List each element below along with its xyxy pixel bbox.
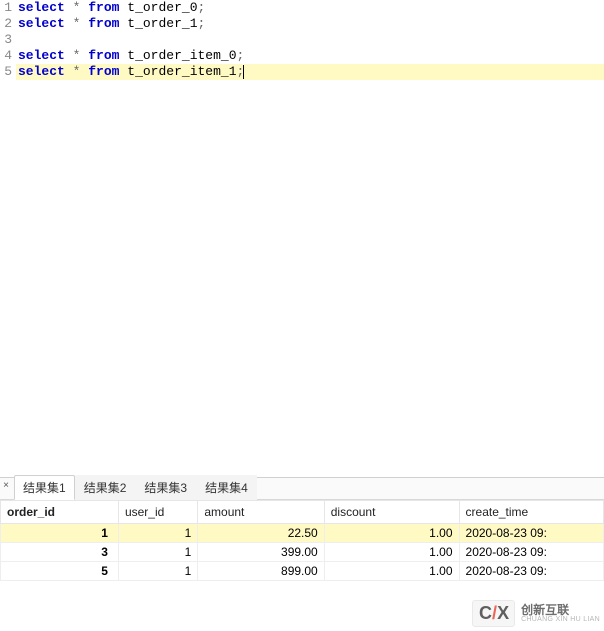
tab-results-2[interactable]: 结果集2 — [75, 475, 136, 500]
watermark-cn-text: 创新互联 — [521, 604, 600, 616]
semicolon: ; — [198, 0, 206, 15]
watermark-en-text: CHUANG XIN HU LIAN — [521, 616, 600, 624]
tab-results-3[interactable]: 结果集3 — [135, 475, 196, 500]
watermark-letter-x: X — [497, 603, 508, 624]
cell-discount[interactable]: 1.00 — [324, 543, 459, 562]
code-content[interactable]: select * from t_order_1; — [16, 16, 604, 32]
keyword-from: from — [88, 48, 119, 63]
table-identifier: t_order_1 — [127, 16, 197, 31]
keyword-select: select — [18, 64, 65, 79]
sql-editor[interactable]: 1select * from t_order_0;2select * from … — [0, 0, 604, 477]
star-operator: * — [73, 16, 81, 31]
star-operator: * — [73, 64, 81, 79]
cell-discount[interactable]: 1.00 — [324, 562, 459, 581]
keyword-from: from — [88, 0, 119, 15]
tab-results-4[interactable]: 结果集4 — [196, 475, 257, 500]
semicolon: ; — [237, 48, 245, 63]
table-row[interactable]: 31399.001.002020-08-23 09: — [1, 543, 604, 562]
column-header-order_id[interactable]: order_id — [1, 501, 119, 524]
code-content[interactable]: select * from t_order_item_1; — [16, 64, 604, 80]
column-header-create_time[interactable]: create_time — [459, 501, 603, 524]
code-content[interactable] — [16, 32, 604, 48]
table-identifier: t_order_item_1 — [127, 64, 236, 79]
table-row[interactable]: 1122.501.002020-08-23 09: — [1, 524, 604, 543]
results-grid: order_iduser_idamountdiscountcreate_time… — [0, 500, 604, 581]
code-line[interactable]: 4select * from t_order_item_0; — [0, 48, 604, 64]
results-pane: × 结果集1结果集2结果集3结果集4 order_iduser_idamount… — [0, 477, 604, 581]
star-operator: * — [73, 48, 81, 63]
results-tabs: 结果集1结果集2结果集3结果集4 — [0, 478, 604, 500]
keyword-select: select — [18, 16, 65, 31]
keyword-from: from — [88, 16, 119, 31]
code-line[interactable]: 1select * from t_order_0; — [0, 0, 604, 16]
column-header-user_id[interactable]: user_id — [118, 501, 197, 524]
gutter-line-number: 5 — [0, 64, 16, 80]
keyword-select: select — [18, 48, 65, 63]
gutter-line-number: 1 — [0, 0, 16, 16]
code-content[interactable]: select * from t_order_item_0; — [16, 48, 604, 64]
text-cursor — [243, 65, 244, 79]
gutter-line-number: 3 — [0, 32, 16, 48]
cell-create-time[interactable]: 2020-08-23 09: — [459, 524, 603, 543]
close-icon[interactable]: × — [0, 478, 12, 496]
watermark-letter-c: C — [479, 603, 491, 624]
cell-create-time[interactable]: 2020-08-23 09: — [459, 562, 603, 581]
watermark-slash-icon: / — [492, 603, 496, 624]
code-line[interactable]: 2select * from t_order_1; — [0, 16, 604, 32]
tab-results-1[interactable]: 结果集1 — [14, 475, 75, 500]
watermark-logo: C / X 创新互联 CHUANG XIN HU LIAN — [472, 600, 600, 627]
cell-amount[interactable]: 899.00 — [198, 562, 324, 581]
gutter-line-number: 2 — [0, 16, 16, 32]
cell-amount[interactable]: 22.50 — [198, 524, 324, 543]
cell-discount[interactable]: 1.00 — [324, 524, 459, 543]
cell-order-id[interactable]: 1 — [1, 524, 119, 543]
star-operator: * — [73, 0, 81, 15]
cell-user-id[interactable]: 1 — [118, 562, 197, 581]
column-header-amount[interactable]: amount — [198, 501, 324, 524]
cell-user-id[interactable]: 1 — [118, 524, 197, 543]
gutter-line-number: 4 — [0, 48, 16, 64]
cell-order-id[interactable]: 3 — [1, 543, 119, 562]
table-row[interactable]: 51899.001.002020-08-23 09: — [1, 562, 604, 581]
cell-amount[interactable]: 399.00 — [198, 543, 324, 562]
cell-user-id[interactable]: 1 — [118, 543, 197, 562]
table-identifier: t_order_0 — [127, 0, 197, 15]
table-identifier: t_order_item_0 — [127, 48, 236, 63]
code-line[interactable]: 5select * from t_order_item_1; — [0, 64, 604, 80]
code-content[interactable]: select * from t_order_0; — [16, 0, 604, 16]
cell-create-time[interactable]: 2020-08-23 09: — [459, 543, 603, 562]
code-line[interactable]: 3 — [0, 32, 604, 48]
column-header-discount[interactable]: discount — [324, 501, 459, 524]
watermark-badge: C / X — [472, 600, 515, 627]
semicolon: ; — [198, 16, 206, 31]
cell-order-id[interactable]: 5 — [1, 562, 119, 581]
keyword-from: from — [88, 64, 119, 79]
keyword-select: select — [18, 0, 65, 15]
